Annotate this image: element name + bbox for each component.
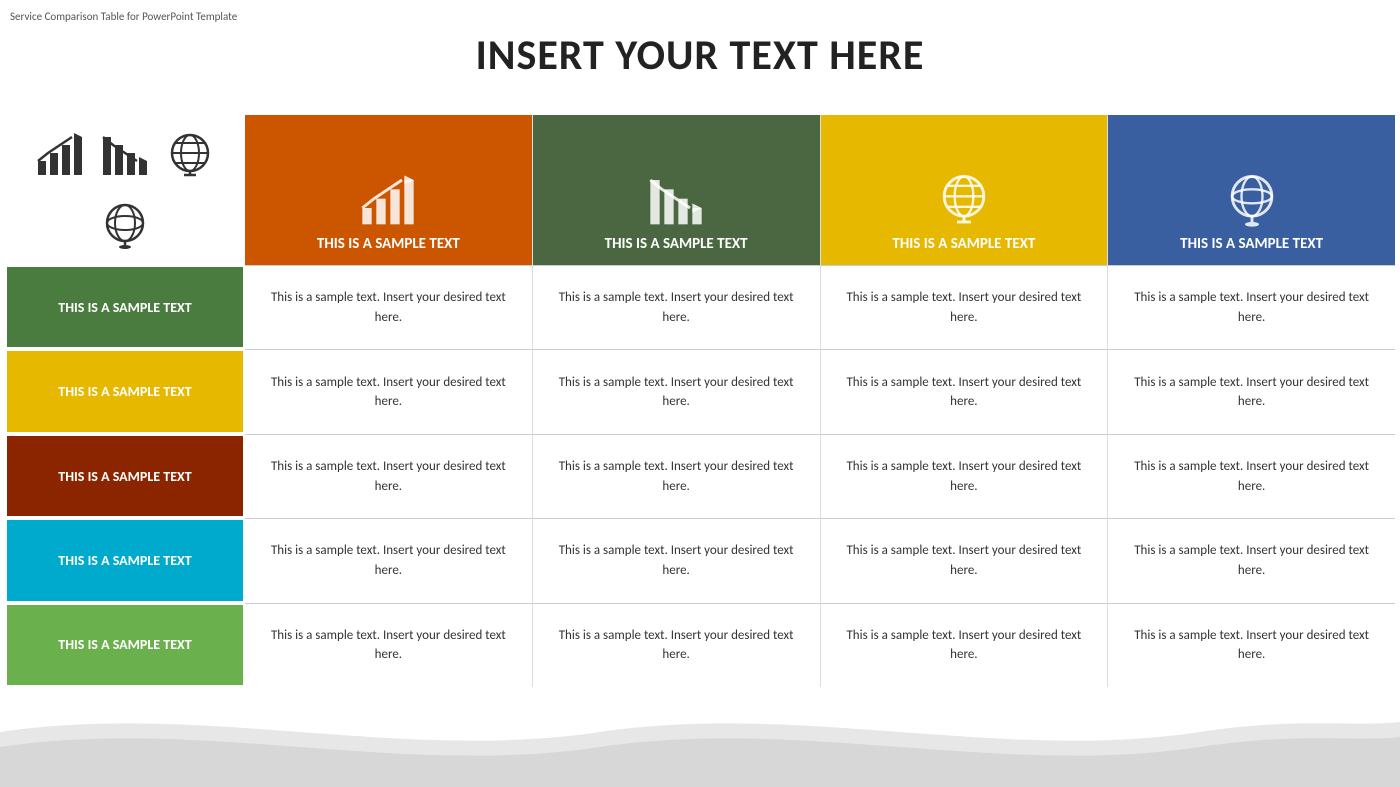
cell-2-3: This is a sample text. Insert your desir… (533, 434, 820, 518)
col-header-label-3: THIS IS A SAMPLE TEXT (892, 235, 1035, 253)
cell-4-1: This is a sample text. Insert your desir… (1108, 265, 1395, 349)
cell-3-5: This is a sample text. Insert your desir… (821, 603, 1108, 687)
bar-chart-down-icon (98, 128, 153, 183)
cell-4-3: This is a sample text. Insert your desir… (1108, 434, 1395, 518)
cell-4-5: This is a sample text. Insert your desir… (1108, 603, 1395, 687)
col-header-3: THIS IS A SAMPLE TEXT (821, 115, 1108, 265)
cell-4-4: This is a sample text. Insert your desir… (1108, 518, 1395, 602)
bar-chart-up-icon (33, 128, 88, 183)
cell-3-2: This is a sample text. Insert your desir… (821, 349, 1108, 433)
cell-3-1: This is a sample text. Insert your desir… (821, 265, 1108, 349)
row-label-3: THIS IS A SAMPLE TEXT (5, 434, 245, 518)
column-3: THIS IS A SAMPLE TEXT This is a sample t… (821, 115, 1109, 687)
globe-flat-icon (163, 128, 218, 183)
cell-1-3: This is a sample text. Insert your desir… (245, 434, 532, 518)
col-header-label-4: THIS IS A SAMPLE TEXT (1180, 235, 1323, 253)
cell-1-1: This is a sample text. Insert your desir… (245, 265, 532, 349)
cell-2-4: This is a sample text. Insert your desir… (533, 518, 820, 602)
col-header-4: THIS IS A SAMPLE TEXT (1108, 115, 1395, 265)
cell-2-5: This is a sample text. Insert your desir… (533, 603, 820, 687)
row-label-column: THIS IS A SAMPLE TEXT THIS IS A SAMPLE T… (5, 115, 245, 687)
cell-1-5: This is a sample text. Insert your desir… (245, 603, 532, 687)
globe-3d-icon (98, 198, 153, 253)
comparison-table: THIS IS A SAMPLE TEXT THIS IS A SAMPLE T… (5, 115, 1395, 687)
row-label-5: THIS IS A SAMPLE TEXT (5, 603, 245, 687)
cell-4-2: This is a sample text. Insert your desir… (1108, 349, 1395, 433)
column-2: THIS IS A SAMPLE TEXT This is a sample t… (533, 115, 821, 687)
col-header-label-1: THIS IS A SAMPLE TEXT (317, 235, 460, 253)
row-label-1: THIS IS A SAMPLE TEXT (5, 265, 245, 349)
branding-label: Service Comparison Table for PowerPoint … (10, 10, 237, 23)
wave-decoration (0, 692, 1400, 787)
cell-2-1: This is a sample text. Insert your desir… (533, 265, 820, 349)
cell-2-2: This is a sample text. Insert your desir… (533, 349, 820, 433)
column-4: THIS IS A SAMPLE TEXT This is a sample t… (1108, 115, 1395, 687)
row-label-4: THIS IS A SAMPLE TEXT (5, 518, 245, 602)
cell-1-4: This is a sample text. Insert your desir… (245, 518, 532, 602)
cell-1-2: This is a sample text. Insert your desir… (245, 349, 532, 433)
cell-3-4: This is a sample text. Insert your desir… (821, 518, 1108, 602)
col-header-2: THIS IS A SAMPLE TEXT (533, 115, 820, 265)
col-header-1: THIS IS A SAMPLE TEXT (245, 115, 532, 265)
row-label-2: THIS IS A SAMPLE TEXT (5, 349, 245, 433)
column-1: THIS IS A SAMPLE TEXT This is a sample t… (245, 115, 533, 687)
col-header-label-2: THIS IS A SAMPLE TEXT (605, 235, 748, 253)
cell-3-3: This is a sample text. Insert your desir… (821, 434, 1108, 518)
data-columns: THIS IS A SAMPLE TEXT This is a sample t… (245, 115, 1395, 687)
icon-area-top (5, 115, 245, 265)
